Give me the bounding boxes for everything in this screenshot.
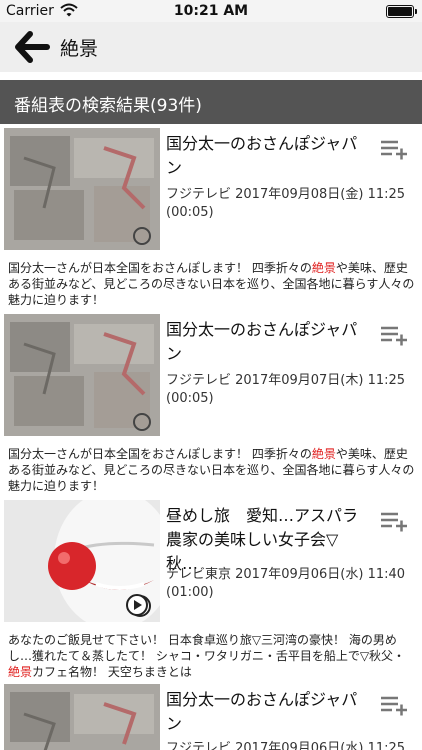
add-to-list-icon[interactable] [380, 324, 408, 346]
program-meta: フジテレビ 2017年09月06日(水) 11:25 [166, 741, 406, 750]
program-meta: テレビ東京 2017年09月06日(水) 11:40 (01:00) [166, 567, 406, 600]
list-item[interactable]: 国分太一のおさんぽジャパン フジテレビ 2017年09月07日(木) 11:25… [0, 310, 422, 498]
program-description: あなたのご飯見せて下さい！ 日本食卓巡り旅▽三河湾の豪快！ 海の男めし…獲れたて… [8, 632, 416, 680]
list-item[interactable]: 国分太一のおさんぽジャパン フジテレビ 2017年09月06日(水) 11:25 [0, 680, 422, 750]
status-time: 10:21 AM [173, 3, 249, 19]
results-header: 番組表の検索結果(93件) [0, 80, 422, 124]
add-to-list-icon[interactable] [380, 510, 408, 532]
program-title: 国分太一のおさんぽジャパン [166, 690, 358, 733]
description-text: あなたのご飯見せて下さい！ 日本食卓巡り旅▽三河湾の豪快！ 海の男めし…獲れたて… [8, 633, 406, 663]
play-icon[interactable] [126, 594, 148, 616]
description-highlight: 絶景 [8, 665, 33, 679]
add-to-list-icon[interactable] [380, 694, 408, 716]
program-title: 国分太一のおさんぽジャパン [166, 134, 358, 177]
program-thumbnail [4, 128, 160, 250]
nav-title: 絶景 [60, 38, 99, 60]
description-text: 国分太一さんが日本全国をおさんぽします！ 四季折々の [8, 261, 312, 275]
back-arrow-icon[interactable] [12, 30, 52, 64]
list-item[interactable]: 昼めし旅 愛知…アスパラ農家の美味しい女子会▽秋… テレビ東京 2017年09月… [0, 496, 422, 684]
program-thumbnail [4, 684, 160, 750]
program-description: 国分太一さんが日本全国をおさんぽします！ 四季折々の絶景や美味、歴史ある街並みな… [8, 446, 416, 494]
add-to-list-icon[interactable] [380, 138, 408, 160]
navigation-bar: 絶景 [0, 22, 422, 72]
description-text: カフェ名物！ 天空ちまきとは [32, 665, 192, 679]
program-meta: フジテレビ 2017年09月08日(金) 11:25 (00:05) [166, 187, 406, 220]
program-thumbnail [4, 314, 160, 436]
list-item[interactable]: 国分太一のおさんぽジャパン フジテレビ 2017年09月08日(金) 11:25… [0, 124, 422, 312]
status-bar: Carrier 10:21 AM [0, 0, 422, 22]
program-title: 国分太一のおさんぽジャパン [166, 320, 358, 363]
description-text: 国分太一さんが日本全国をおさんぽします！ 四季折々の [8, 447, 312, 461]
battery-icon [386, 5, 417, 18]
description-highlight: 絶景 [311, 261, 336, 275]
program-meta: フジテレビ 2017年09月07日(木) 11:25 (00:05) [166, 373, 406, 406]
description-highlight: 絶景 [311, 447, 336, 461]
results-header-title: 番組表の検索結果(93件) [14, 96, 202, 116]
program-description: 国分太一さんが日本全国をおさんぽします！ 四季折々の絶景や美味、歴史ある街並みな… [8, 260, 416, 308]
